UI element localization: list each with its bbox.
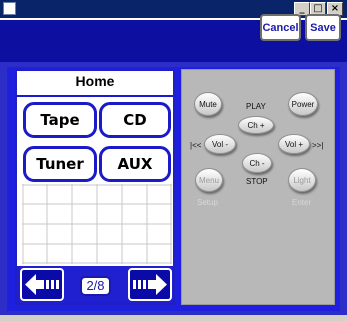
next-page-button[interactable]: [128, 268, 172, 301]
divider: [17, 95, 173, 97]
play-label[interactable]: PLAY: [246, 102, 266, 111]
remote-control-panel: Mute Power PLAY Ch + |<< Vol - Vol + >>|…: [181, 69, 335, 305]
cancel-button[interactable]: Cancel: [260, 14, 301, 41]
light-button[interactable]: Light: [288, 168, 316, 192]
vol-up-button[interactable]: Vol +: [278, 134, 310, 154]
app-icon: [3, 2, 16, 15]
stop-label[interactable]: STOP: [246, 177, 268, 186]
next-track-label[interactable]: >>|: [312, 141, 323, 150]
prev-track-label[interactable]: |<<: [190, 141, 201, 150]
empty-button-grid: [22, 184, 172, 264]
home-title: Home: [75, 73, 115, 89]
ch-up-button[interactable]: Ch +: [238, 116, 274, 134]
enter-label[interactable]: Enter: [292, 198, 311, 207]
arrow-left-icon: [25, 274, 59, 295]
setup-label[interactable]: Setup: [197, 198, 218, 207]
page-indicator: 2/8: [80, 276, 111, 296]
menu-button[interactable]: Menu: [195, 168, 223, 192]
cd-button[interactable]: CD: [99, 102, 171, 138]
vol-down-button[interactable]: Vol -: [204, 134, 236, 154]
tuner-button[interactable]: Tuner: [23, 146, 97, 182]
ch-down-button[interactable]: Ch -: [242, 153, 272, 173]
arrow-right-icon: [133, 274, 167, 295]
power-button[interactable]: Power: [288, 92, 318, 116]
aux-button[interactable]: AUX: [99, 146, 171, 182]
prev-page-button[interactable]: [20, 268, 64, 301]
mute-button[interactable]: Mute: [194, 92, 222, 116]
save-button[interactable]: Save: [305, 14, 341, 41]
tape-button[interactable]: Tape: [23, 102, 97, 138]
